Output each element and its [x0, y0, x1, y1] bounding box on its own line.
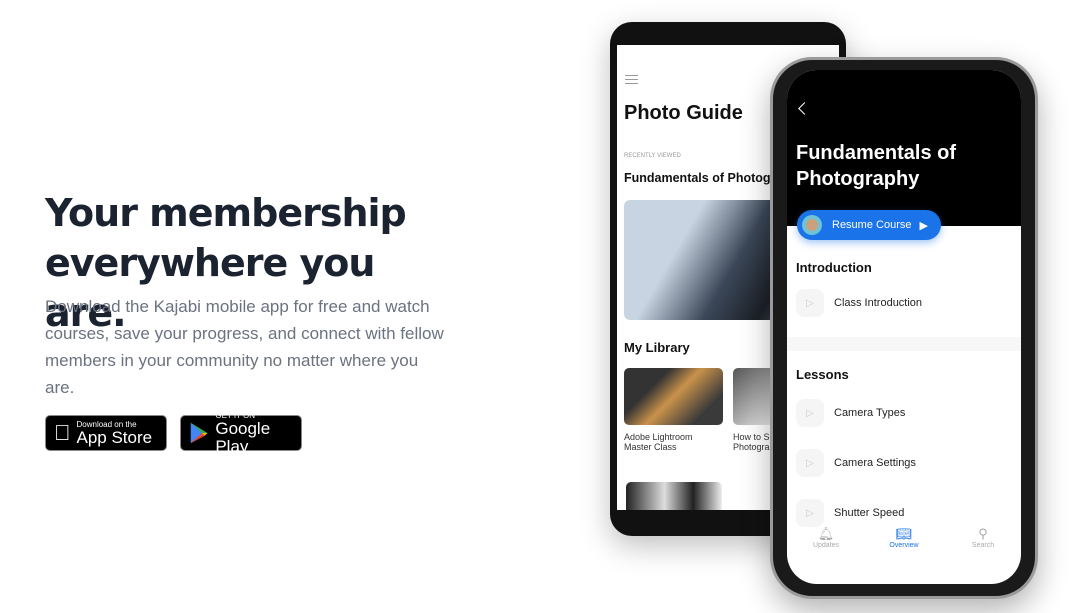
- lesson-item[interactable]: ▷ Camera Settings: [796, 449, 916, 477]
- resume-course-button[interactable]: Resume Course ▶: [797, 210, 941, 240]
- course-title: Fundamentals of Photography: [796, 142, 957, 190]
- section-title: Lessons: [796, 367, 849, 382]
- book-icon: 📖︎: [895, 526, 913, 541]
- lesson-title: Shutter Speed: [834, 507, 905, 519]
- resume-label: Resume Course: [832, 219, 912, 231]
- tab-label: Updates: [812, 542, 840, 549]
- app-store-button[interactable]:  Download on theApp Store: [45, 415, 167, 451]
- iphone-screen: Fundamentals of Photography Resume Cours…: [787, 70, 1021, 584]
- tab-updates[interactable]: 🔔︎ Updates: [806, 526, 846, 549]
- badge-big: Google Play: [215, 418, 271, 456]
- play-circle-icon: ▷: [796, 399, 824, 427]
- lesson-title: Class Introduction: [834, 297, 923, 309]
- lesson-title: Camera Types: [834, 407, 906, 419]
- play-circle-icon: ▷: [796, 289, 824, 317]
- play-circle-icon: ▷: [796, 499, 824, 527]
- tab-search[interactable]: ⚲ Search: [963, 526, 1003, 549]
- tab-overview[interactable]: 📖︎ Overview: [884, 526, 924, 549]
- library-thumbnail[interactable]: [626, 482, 722, 510]
- section-divider: [787, 337, 1021, 351]
- tab-label: Search: [971, 542, 995, 549]
- badge-big: App Store: [60, 427, 153, 447]
- library-thumbnail: [624, 368, 723, 425]
- course-header: Fundamentals of Photography: [787, 70, 1021, 226]
- hero-text: Download the Kajabi mobile app for free …: [45, 297, 444, 397]
- iphone: Fundamentals of Photography Resume Cours…: [770, 57, 1038, 599]
- bell-icon: 🔔︎: [817, 526, 835, 541]
- search-icon: ⚲: [978, 526, 988, 541]
- lesson-item[interactable]: ▷ Class Introduction: [796, 289, 922, 317]
- library-item[interactable]: Adobe Lightroom Master Class: [624, 368, 723, 452]
- tab-label: Overview: [889, 542, 919, 549]
- lesson-item[interactable]: ▷ Camera Types: [796, 399, 905, 427]
- google-play-icon: [190, 422, 208, 444]
- library-item-line1: Adobe Lightroom: [624, 432, 693, 442]
- google-play-button[interactable]: GET IT ON Google Play: [180, 411, 302, 455]
- back-icon[interactable]: [798, 102, 811, 115]
- app-title: Photo Guide: [624, 102, 743, 124]
- library-item-line2: Master Class: [624, 442, 677, 452]
- recent-label: RECENTLY VIEWED: [624, 153, 681, 159]
- lesson-title: Camera Settings: [834, 457, 916, 469]
- section-title: Introduction: [796, 260, 872, 275]
- library-title: My Library: [624, 340, 690, 355]
- play-circle-icon: ▷: [796, 449, 824, 477]
- apple-icon: : [54, 420, 71, 446]
- lesson-item[interactable]: ▷ Shutter Speed: [796, 499, 904, 527]
- menu-icon[interactable]: [625, 75, 638, 84]
- play-icon: ▶: [919, 219, 928, 232]
- avatar: [802, 215, 822, 235]
